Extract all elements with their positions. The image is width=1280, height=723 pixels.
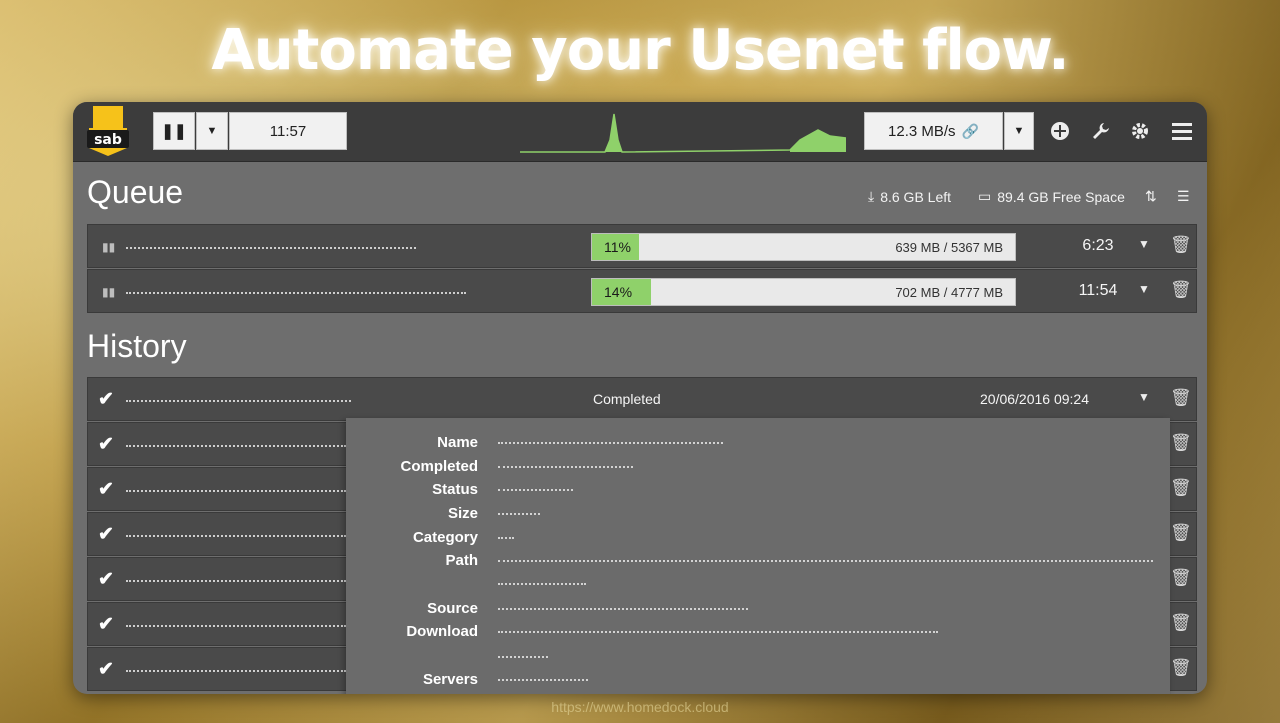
sabnzbd-window: sab ❚❚ ▼ 11:57 12.3 MB/s 🔗 ▼ Queue ⤓ 8.6… [73,102,1207,694]
detail-value [498,679,588,685]
free-space-text: 89.4 GB Free Space [997,188,1125,205]
trash-icon[interactable]: 🗑 [1170,523,1192,543]
detail-value [498,656,548,662]
history-details-panel: Name Completed Status Size Category Path… [346,418,1170,694]
trash-icon[interactable]: 🗑 [1170,478,1192,498]
history-item-name [126,400,351,406]
caret-down-icon[interactable]: ▼ [1138,237,1150,251]
progress-bar: 14% 702 MB / 4777 MB [591,278,1016,306]
wrench-icon[interactable] [1088,119,1112,143]
footer-url: https://www.homedock.cloud [551,699,729,715]
detail-value [498,513,540,519]
detail-label-path: Path [445,552,478,569]
sab-logo[interactable]: sab [85,106,131,156]
detail-value [498,537,514,543]
check-icon: ✔ [98,659,114,680]
detail-label-download: Download [406,623,478,640]
detail-value [498,608,748,614]
queue-item-name [126,247,416,253]
caret-down-icon: ▼ [206,125,218,137]
pause-button[interactable]: ❚❚ [153,112,195,150]
speed-value: 12.3 MB/s [888,122,956,140]
trash-icon[interactable]: 🗑 [1170,658,1192,678]
check-icon: ✔ [98,479,114,500]
check-icon: ✔ [98,389,114,410]
trash-icon[interactable]: 🗑 [1170,433,1192,453]
history-item-name [126,670,346,676]
detail-value [498,442,723,448]
queue-left-info: ⤓ 8.6 GB Left [868,188,951,205]
detail-label-servers: Servers [422,671,478,688]
progress-percent: 14% [604,284,633,300]
history-item-name [126,625,346,631]
detail-label-size: Size [447,505,478,522]
check-icon: ✔ [98,434,114,455]
drag-handle-icon[interactable]: ▮▮ [102,285,115,299]
check-icon: ✔ [98,524,114,545]
detail-value [498,466,633,472]
queue-row[interactable]: ▮▮ 14% 702 MB / 4777 MB 11:54 ▼ 🗑 [87,269,1197,313]
drag-handle-icon[interactable]: ▮▮ [102,240,115,254]
queue-left-text: 8.6 GB Left [880,188,952,205]
detail-label-status: Status [432,481,478,498]
history-item-name [126,580,346,586]
progress-size: 639 MB / 5367 MB [895,240,1003,255]
top-toolbar: sab ❚❚ ▼ 11:57 12.3 MB/s 🔗 ▼ [73,102,1207,162]
menu-icon[interactable] [1170,119,1194,143]
history-item-name [126,535,346,541]
queue-row[interactable]: ▮▮ 11% 639 MB / 5367 MB 6:23 ▼ 🗑 [87,224,1197,268]
check-icon: ✔ [98,569,114,590]
queue-options-icon[interactable]: ☰ [1177,188,1190,205]
trash-icon[interactable]: 🗑 [1170,235,1192,255]
caret-down-icon[interactable]: ▼ [1138,390,1150,404]
trash-icon[interactable]: 🗑 [1170,280,1192,300]
speed-graph [520,113,846,153]
check-icon: ✔ [98,614,114,635]
add-icon[interactable] [1048,119,1072,143]
caret-down-icon: ▼ [1013,125,1025,137]
speed-limit-display[interactable]: 12.3 MB/s 🔗 [864,112,1003,150]
history-row[interactable]: ✔ Completed 20/06/2016 09:24 ▼ 🗑 [87,377,1197,421]
hard-drive-icon: ▭ [978,188,992,204]
link-icon: 🔗 [961,122,979,139]
history-item-name [126,445,346,451]
progress-percent: 11% [604,239,631,255]
detail-value [498,489,573,495]
detail-label-name: Name [437,434,478,451]
history-item-name [126,490,346,496]
queue-title: Queue [87,174,184,210]
history-date: 20/06/2016 09:24 [980,391,1089,407]
history-title: History [87,328,187,364]
detail-label-source: Source [427,600,478,617]
trash-icon[interactable]: 🗑 [1170,568,1192,588]
download-icon: ⤓ [868,188,875,204]
sort-icon[interactable]: ⇅ [1145,188,1157,205]
logo-text: sab [94,132,122,148]
progress-bar: 11% 639 MB / 5367 MB [591,233,1016,261]
progress-size: 702 MB / 4777 MB [895,285,1003,300]
trash-icon[interactable]: 🗑 [1170,613,1192,633]
detail-label-completed: Completed [400,458,478,475]
eta: 11:54 [1078,282,1118,299]
headline: Automate your Usenet flow. [211,18,1069,83]
pause-options-dropdown[interactable]: ▼ [196,112,228,150]
queue-item-name [126,292,466,298]
gear-icon[interactable] [1128,119,1152,143]
detail-label-category: Category [412,529,478,546]
speed-options-dropdown[interactable]: ▼ [1004,112,1034,150]
history-status: Completed [593,391,661,407]
caret-down-icon[interactable]: ▼ [1138,282,1150,296]
detail-value [498,583,586,589]
eta: 6:23 [1082,237,1114,254]
free-space-info: ▭ 89.4 GB Free Space [978,188,1125,205]
time-remaining: 11:57 [229,112,347,150]
trash-icon[interactable]: 🗑 [1170,388,1192,408]
detail-value [498,560,1153,566]
detail-value [498,631,938,637]
